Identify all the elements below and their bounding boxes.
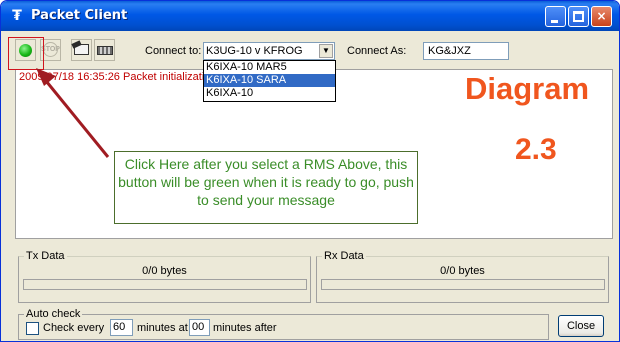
rx-data-group: Rx Data 0/0 bytes xyxy=(316,250,609,303)
tx-progress-bar xyxy=(23,279,307,290)
instruction-callout: Click Here after you select a RMS Above,… xyxy=(114,151,418,224)
keyboard-icon xyxy=(97,46,113,55)
connect-to-value: K3UG-10 v KFROG xyxy=(206,45,303,57)
packet-client-window: ₮ Packet Client × STOP Connect to: K3UG-… xyxy=(0,0,620,342)
close-icon: × xyxy=(596,9,607,23)
close-window-button[interactable]: × xyxy=(591,6,612,27)
minutes-at-label: minutes at xyxy=(137,322,188,334)
minimize-button[interactable] xyxy=(545,6,566,27)
stop-icon xyxy=(43,42,58,57)
window-title: Packet Client xyxy=(31,8,128,23)
compose-mail-icon xyxy=(74,44,89,55)
dropdown-option[interactable]: K6IXA-10 xyxy=(204,87,335,100)
connect-to-label: Connect to: xyxy=(145,45,202,57)
tx-data-group: Tx Data 0/0 bytes xyxy=(18,250,311,303)
minimize-icon xyxy=(551,20,558,23)
maximize-button[interactable] xyxy=(568,6,589,27)
highlight-frame xyxy=(8,37,44,70)
keyboard-terminal-button[interactable] xyxy=(94,39,115,61)
minutes-offset-field[interactable]: 00 xyxy=(189,319,210,336)
diagram-number: 2.3 xyxy=(515,133,557,166)
connect-as-label: Connect As: xyxy=(347,45,407,57)
antenna-icon: ₮ xyxy=(12,8,22,24)
rx-progress-bar xyxy=(321,279,605,290)
dropdown-option-selected[interactable]: K6IXA-10 SARA xyxy=(204,74,335,87)
title-bar[interactable]: ₮ Packet Client × xyxy=(1,1,619,31)
rx-data-label: Rx Data xyxy=(322,250,366,262)
tx-bytes: 0/0 bytes xyxy=(142,265,187,277)
chevron-down-icon[interactable]: ▼ xyxy=(319,44,333,58)
diagram-label: Diagram xyxy=(465,71,590,106)
log-line: 2009/07/18 16:35:26 Packet initializatio… xyxy=(19,71,204,83)
rx-bytes: 0/0 bytes xyxy=(440,265,485,277)
rms-dropdown-list[interactable]: K6IXA-10 MAR5 K6IXA-10 SARA K6IXA-10 xyxy=(203,60,336,102)
maximize-icon xyxy=(573,11,584,22)
dropdown-option[interactable]: K6IXA-10 MAR5 xyxy=(204,61,335,74)
tx-data-label: Tx Data xyxy=(24,250,67,262)
check-every-label: Check every xyxy=(43,322,105,334)
compose-message-button[interactable] xyxy=(71,39,92,61)
minutes-after-label: minutes after xyxy=(213,322,277,334)
auto-check-checkbox[interactable] xyxy=(26,322,39,335)
close-button[interactable]: Close xyxy=(558,315,604,337)
auto-check-label: Auto check xyxy=(24,308,83,320)
connect-to-select[interactable]: K3UG-10 v KFROG ▼ xyxy=(203,42,335,60)
minutes-interval-field[interactable]: 60 xyxy=(110,319,133,336)
auto-check-group: Auto check Check every 60 minutes at 00 … xyxy=(18,308,549,340)
connect-as-field[interactable] xyxy=(423,42,509,60)
